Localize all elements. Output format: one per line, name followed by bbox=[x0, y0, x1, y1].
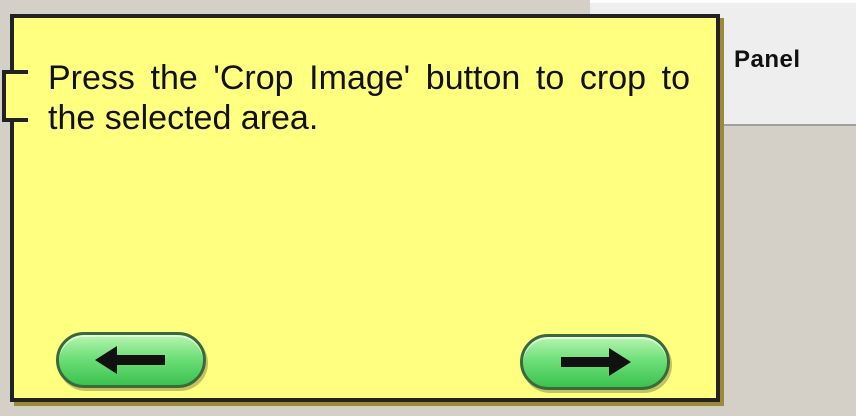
tutorial-tooltip: Press the 'Crop Image' button to crop to… bbox=[2, 14, 720, 402]
tooltip-pointer bbox=[2, 70, 28, 122]
arrow-left-icon bbox=[95, 346, 165, 374]
next-step-button[interactable] bbox=[520, 334, 670, 390]
tooltip-message: Press the 'Crop Image' button to crop to… bbox=[48, 59, 690, 137]
panel-label: Panel bbox=[734, 46, 801, 73]
previous-step-button[interactable] bbox=[56, 332, 206, 388]
arrow-right-icon bbox=[561, 348, 631, 376]
background-panel-strip bbox=[590, 0, 856, 3]
